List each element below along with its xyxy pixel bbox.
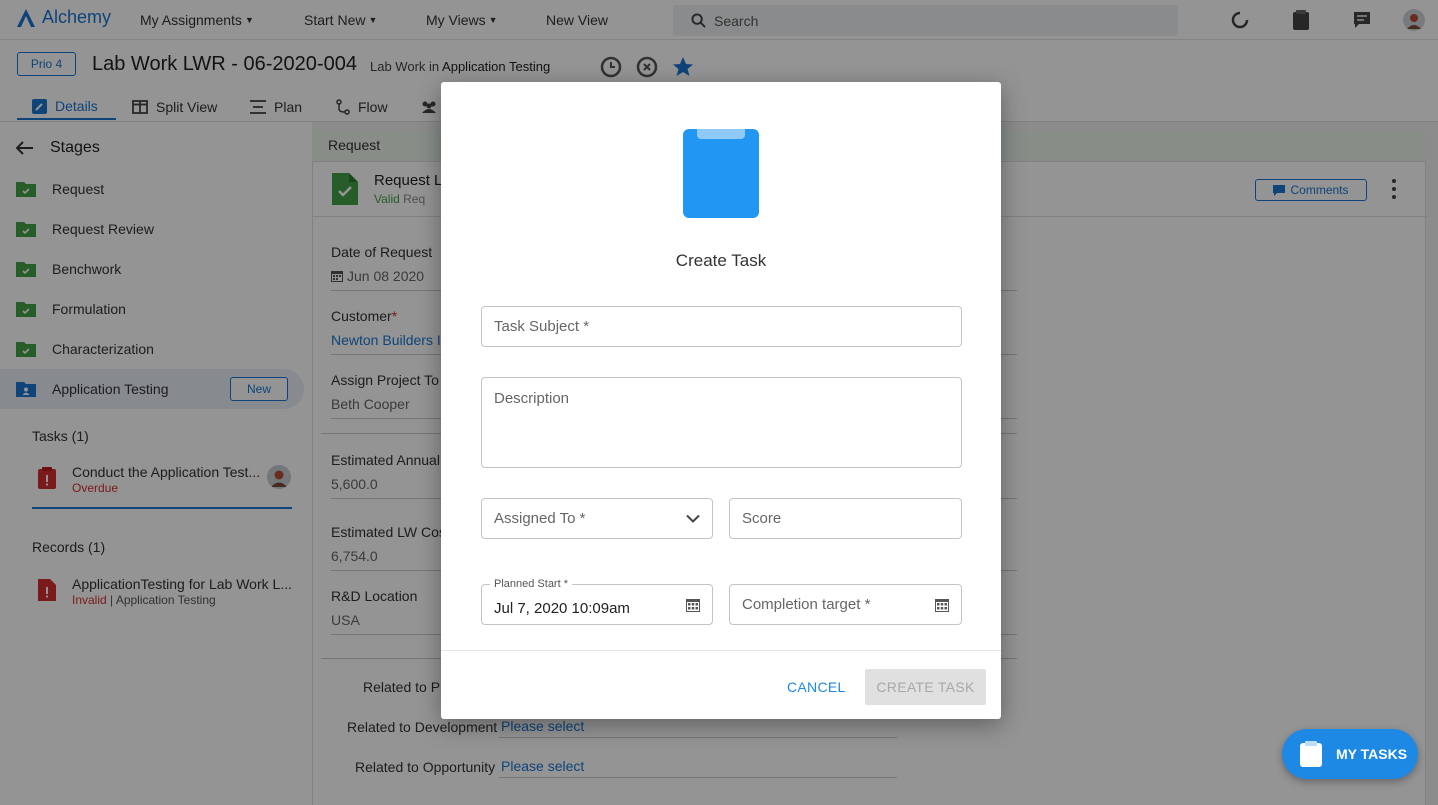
description-placeholder: Description (494, 390, 570, 407)
create-task-button[interactable]: CREATE TASK (865, 669, 986, 705)
chevron-down-icon (686, 514, 700, 523)
completion-target-input[interactable]: Completion target * (729, 584, 962, 625)
clipboard-icon (683, 129, 759, 218)
completion-target-placeholder: Completion target * (742, 596, 871, 613)
dialog-title: Create Task (675, 251, 767, 270)
assigned-to-placeholder: Assigned To * (494, 510, 586, 527)
score-input[interactable]: Score (729, 498, 962, 539)
calendar-icon[interactable] (686, 598, 700, 612)
my-tasks-label: MY TASKS (1336, 746, 1408, 762)
task-subject-input[interactable]: Task Subject * (481, 306, 962, 347)
planned-start-value: Jul 7, 2020 10:09am (494, 600, 630, 617)
create-task-dialog: Create Task Task Subject * Description A… (441, 82, 1001, 719)
task-subject-placeholder: Task Subject * (494, 318, 590, 335)
cancel-button[interactable]: CANCEL (787, 679, 846, 695)
description-textarea[interactable]: Description (481, 377, 962, 468)
dialog-footer: CANCEL CREATE TASK (441, 650, 1001, 719)
page-scrollbar[interactable] (1432, 126, 1438, 196)
planned-start-label: Planned Start * (490, 578, 572, 590)
planned-start-input[interactable]: Planned Start * Jul 7, 2020 10:09am (481, 578, 713, 625)
assigned-to-select[interactable]: Assigned To * (481, 498, 713, 539)
calendar-icon[interactable] (935, 598, 949, 612)
score-placeholder: Score (742, 510, 782, 527)
my-tasks-button[interactable]: MY TASKS (1282, 729, 1418, 779)
clipboard-icon (1300, 741, 1322, 767)
